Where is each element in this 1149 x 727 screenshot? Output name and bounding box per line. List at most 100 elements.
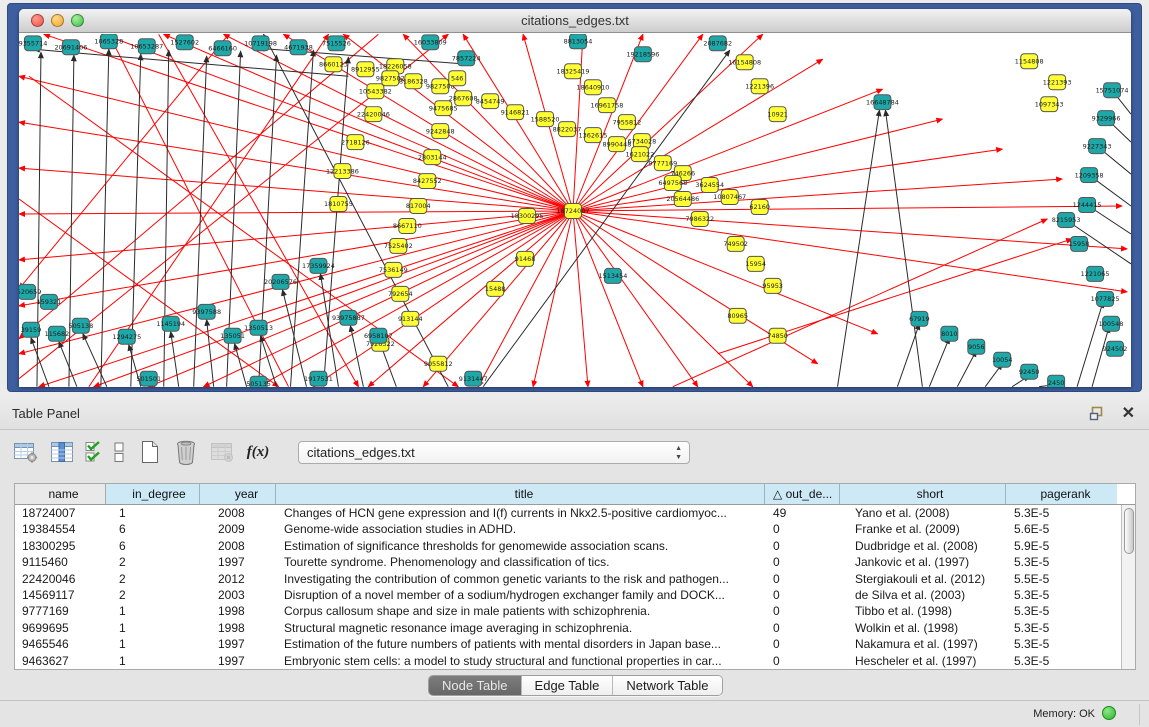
network-node[interactable]: 10807467 <box>713 190 746 205</box>
table-settings-icon[interactable] <box>12 438 40 466</box>
network-node[interactable]: 91468 <box>515 251 536 266</box>
network-node[interactable]: 15958 <box>1069 236 1090 251</box>
unselect-all-icon[interactable] <box>110 438 128 466</box>
close-panel-icon[interactable]: ✕ <box>1122 403 1135 423</box>
network-node[interactable]: 749502 <box>723 236 748 251</box>
column-header-name[interactable]: name <box>15 484 106 504</box>
select-all-icon[interactable] <box>84 438 102 466</box>
network-window-titlebar[interactable]: citations_edges.txt <box>19 9 1131 33</box>
column-header-year[interactable]: year <box>200 484 276 504</box>
network-node[interactable]: 16961758 <box>590 98 623 113</box>
network-node[interactable]: 15751074 <box>1096 83 1129 98</box>
network-node[interactable]: 9329966 <box>1092 111 1121 126</box>
network-node[interactable]: 1810755 <box>324 197 353 212</box>
network-node[interactable]: 1294275 <box>112 329 141 344</box>
tab-edge-table[interactable]: Edge Table <box>522 676 614 695</box>
network-node[interactable]: 39159 <box>21 322 42 337</box>
network-node[interactable]: 20206576 <box>264 274 297 289</box>
table-row[interactable]: 1830029562008Estimation of significance … <box>15 538 1135 554</box>
network-node[interactable]: 74850 <box>767 328 788 343</box>
network-node[interactable]: 9056 <box>968 339 985 354</box>
network-node[interactable]: 1917531 <box>304 371 333 386</box>
network-node[interactable]: 62160 <box>749 200 770 215</box>
float-panel-icon[interactable] <box>1088 405 1105 422</box>
network-node[interactable]: 7955812 <box>613 115 642 130</box>
network-node[interactable]: 1145194 <box>156 316 185 331</box>
network-node[interactable]: 8813054 <box>564 34 593 49</box>
table-select-dropdown[interactable]: citations_edges.txt ▲▼ <box>298 441 690 464</box>
network-node[interactable]: 2450 <box>1048 375 1065 387</box>
column-header-out_de[interactable]: △ out_de... <box>765 484 840 504</box>
network-node[interactable]: 792654 <box>388 286 413 301</box>
network-node[interactable]: 1221065 <box>1081 266 1110 281</box>
table-row[interactable]: 2242004622012Investigating the contribut… <box>15 571 1135 587</box>
network-node[interactable]: 2087682 <box>703 36 732 51</box>
network-node[interactable]: 16648784 <box>866 95 899 110</box>
table-row[interactable]: 946554611997Estimation of the future num… <box>15 636 1135 652</box>
network-node[interactable]: 1221393 <box>1043 75 1072 90</box>
network-node[interactable]: 67919 <box>909 311 930 326</box>
tab-network-table[interactable]: Network Table <box>613 676 721 695</box>
show-column-icon[interactable] <box>48 438 76 466</box>
network-node[interactable]: 10054 <box>992 352 1013 367</box>
network-node[interactable]: 501501 <box>136 371 161 386</box>
network-node[interactable]: 1154808 <box>1015 54 1044 69</box>
network-node[interactable]: 924502 <box>1103 341 1128 356</box>
network-node[interactable]: 9227343 <box>1083 139 1112 154</box>
network-node[interactable]: 115682 <box>45 326 70 341</box>
table-scrollbar-thumb[interactable] <box>1124 508 1134 554</box>
network-node[interactable]: 16154808 <box>728 55 761 70</box>
network-node[interactable]: 92450 <box>1019 364 1040 379</box>
network-node[interactable]: 15954 <box>745 256 766 271</box>
new-column-icon[interactable] <box>136 438 164 466</box>
network-window[interactable]: citations_edges.txt 18724007183002958660… <box>19 9 1131 387</box>
network-node[interactable]: 10653287 <box>130 39 163 54</box>
table-row[interactable]: 946362711997Embryonic stem cells: a mode… <box>15 653 1135 669</box>
network-node[interactable]: 9146821 <box>501 105 530 120</box>
network-node[interactable]: 135051 <box>220 328 245 343</box>
network-node[interactable]: 16033809 <box>414 35 447 50</box>
network-node[interactable]: 10921 <box>767 107 788 122</box>
network-node[interactable]: 505138 <box>69 318 94 333</box>
delete-column-icon[interactable] <box>172 438 200 466</box>
network-node[interactable]: 2803144 <box>418 150 447 165</box>
network-node[interactable]: 1065328 <box>94 34 123 49</box>
network-node[interactable]: 18640910 <box>576 80 609 95</box>
network-node[interactable]: 1077825 <box>1091 291 1120 306</box>
network-node[interactable]: 1097343 <box>1035 97 1064 112</box>
delete-table-icon[interactable] <box>208 438 236 466</box>
column-header-title[interactable]: title <box>276 484 765 504</box>
table-row[interactable]: 977716911998Corpus callosum shape and si… <box>15 603 1135 619</box>
network-node[interactable]: 19218596 <box>626 47 659 62</box>
network-node[interactable]: 15488 <box>485 281 506 296</box>
table-row[interactable]: 969969511998Structural magnetic resonanc… <box>15 620 1135 636</box>
network-node[interactable]: 7525402 <box>384 238 413 253</box>
column-header-pagerank[interactable]: pagerank <box>1006 484 1117 504</box>
network-node[interactable]: 17359924 <box>302 258 335 273</box>
network-node[interactable]: 8454749 <box>476 94 505 109</box>
network-node[interactable]: 80965 <box>727 308 748 323</box>
network-node[interactable]: 9131447 <box>459 371 488 386</box>
table-row[interactable]: 1456911722003Disruption of a novel membe… <box>15 587 1135 603</box>
network-canvas[interactable]: 1872400718300295866012389129551822605898… <box>19 34 1131 387</box>
network-node[interactable]: 8010 <box>941 326 958 341</box>
network-node[interactable]: 505135 <box>246 376 271 387</box>
network-node[interactable]: 8215953 <box>1052 212 1081 227</box>
network-node[interactable]: 8667110 <box>393 218 422 233</box>
network-node[interactable]: 10719198 <box>244 36 277 51</box>
network-node[interactable]: 20691406 <box>54 40 87 55</box>
network-node[interactable]: 7986322 <box>685 211 714 226</box>
memory-status-icon[interactable] <box>1102 706 1116 720</box>
table-row[interactable]: 1872400712008Changes of HCN gene express… <box>15 505 1135 521</box>
network-node[interactable]: 2718126 <box>341 135 370 150</box>
table-row[interactable]: 911546021997Tourette syndrome. Phenomeno… <box>15 554 1135 570</box>
network-node[interactable]: 9055812 <box>424 356 453 371</box>
network-node[interactable]: 95953 <box>762 278 783 293</box>
network-view[interactable]: 1872400718300295866012389129551822605898… <box>19 34 1131 387</box>
network-node[interactable]: 7536149 <box>379 262 408 277</box>
network-node[interactable]: 1244415 <box>1073 198 1102 213</box>
function-builder-icon[interactable]: f(x) <box>244 438 272 466</box>
network-node[interactable]: 913144 <box>398 311 423 326</box>
network-node[interactable]: 159321 <box>37 294 62 309</box>
tab-node-table[interactable]: Node Table <box>429 676 522 695</box>
